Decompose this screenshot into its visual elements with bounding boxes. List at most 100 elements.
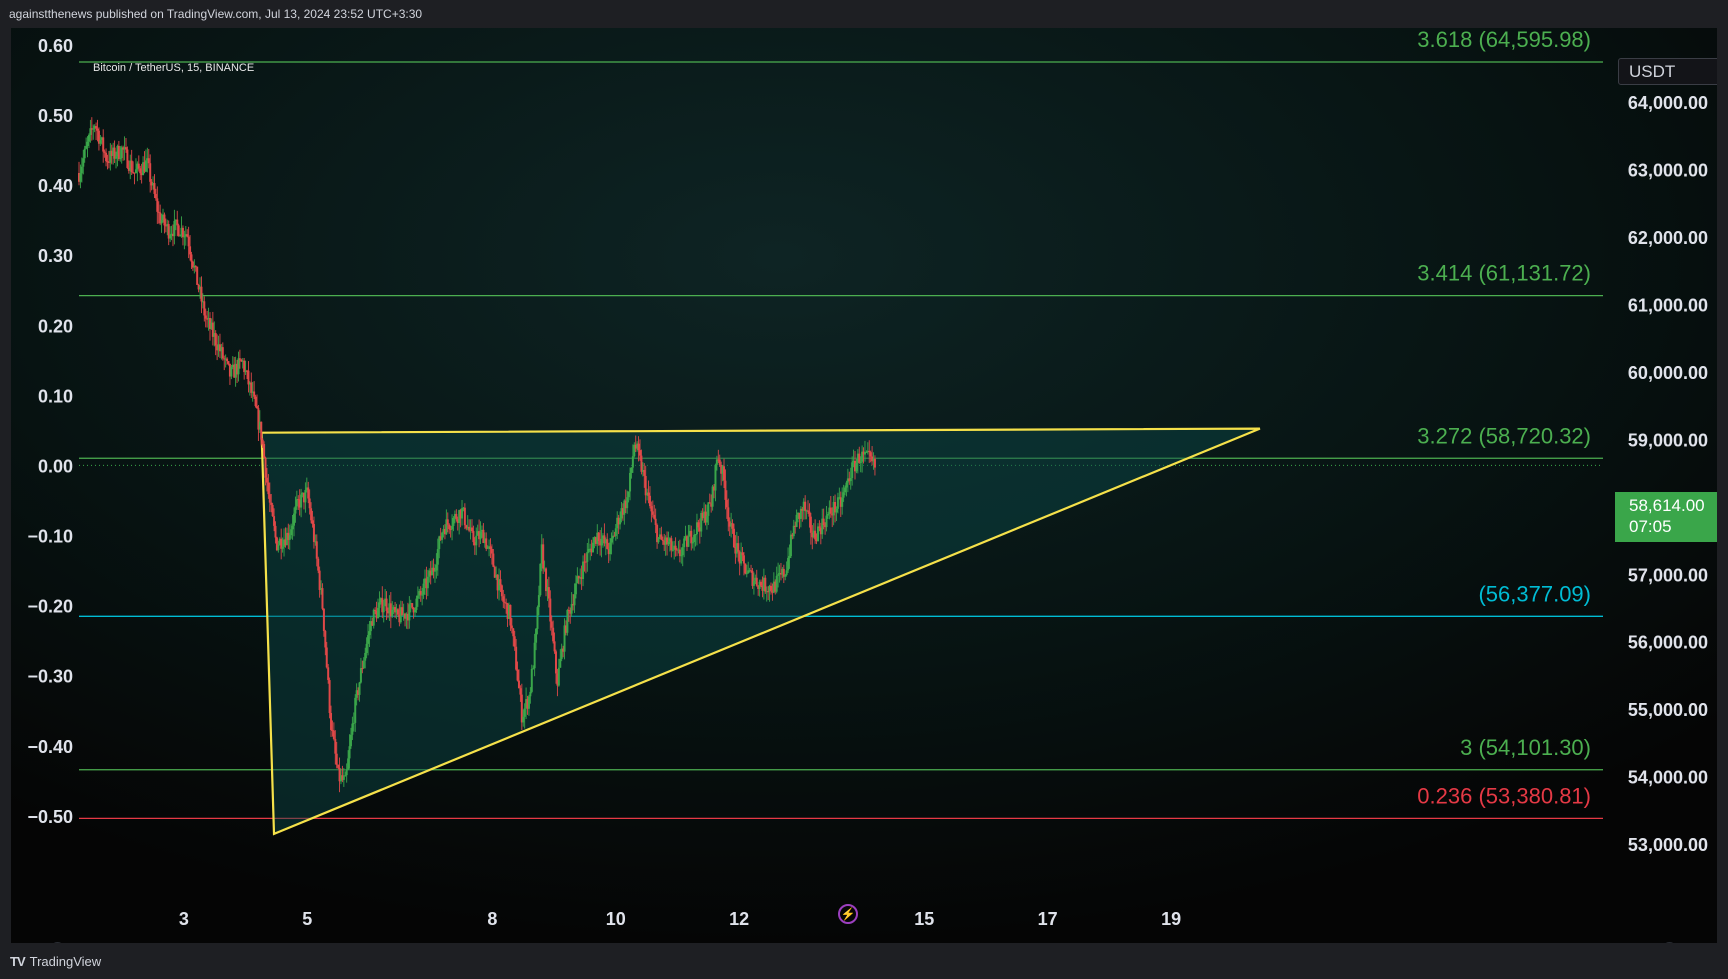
- candle-body: [149, 163, 152, 182]
- candle-body: [714, 464, 717, 491]
- right-axis-tick-2: 62,000.00: [1628, 228, 1708, 248]
- candle-body: [657, 537, 660, 543]
- candle-body: [204, 315, 207, 319]
- candle-body: [226, 358, 229, 362]
- candle-body: [527, 696, 530, 709]
- candle-body: [153, 183, 156, 194]
- candle-body: [643, 469, 646, 476]
- candle-body: [582, 561, 585, 580]
- x-axis-tick-2: 8: [487, 909, 497, 929]
- candle-body: [446, 519, 449, 525]
- left-axis-tick-8: −0.20: [27, 597, 73, 617]
- chart-panel[interactable]: 3.618 (64,595.98) 3.414 (61,131.72) 3.272 …: [11, 28, 1717, 943]
- candle-body: [638, 450, 641, 456]
- candle-body: [626, 497, 629, 509]
- candle-body: [829, 507, 832, 514]
- candle-body: [358, 682, 361, 695]
- candle-body: [691, 542, 694, 544]
- candle-body: [808, 511, 811, 517]
- candle-body: [179, 235, 182, 237]
- candle-body: [352, 722, 355, 724]
- candle-body: [570, 604, 573, 614]
- candle-body: [247, 370, 250, 385]
- candle-body: [859, 461, 862, 463]
- candle-body: [214, 333, 217, 346]
- right-axis-tick-4: 60,000.00: [1628, 363, 1708, 383]
- candle-body: [499, 579, 502, 586]
- candle-body: [362, 660, 365, 669]
- candle-body: [367, 635, 370, 644]
- candle-body: [784, 574, 787, 577]
- candle-body: [855, 462, 858, 472]
- x-axis-tick-3: 10: [606, 909, 626, 929]
- candle-body: [103, 151, 106, 153]
- candle-body: [785, 570, 788, 575]
- x-axis-tick-4: 12: [729, 909, 749, 929]
- candle-body: [509, 604, 512, 626]
- candle-body: [764, 577, 767, 592]
- candle-body: [741, 552, 744, 556]
- candle-body: [661, 539, 664, 541]
- candle-body: [243, 360, 246, 373]
- tradingview-logo[interactable]: TV TradingView: [10, 954, 101, 969]
- candle-body: [441, 532, 444, 540]
- candle-body: [775, 575, 778, 592]
- candle-body: [267, 482, 270, 495]
- candle-body: [489, 546, 492, 549]
- candle-body: [451, 526, 454, 530]
- left-axis-tick-2: 0.40: [38, 176, 73, 196]
- candle-body: [415, 598, 418, 610]
- x-axis-tick-7: 19: [1161, 909, 1181, 929]
- candle-body: [177, 225, 180, 236]
- candle-body: [683, 538, 686, 548]
- currency-selector[interactable]: USDT: [1618, 58, 1717, 85]
- candle-body: [557, 667, 560, 686]
- symbol-title[interactable]: Bitcoin / TetherUS, 15, BINANCE: [93, 62, 254, 74]
- x-axis-tick-5: 15: [914, 909, 934, 929]
- candle-body: [300, 494, 303, 508]
- candle-body: [517, 680, 520, 689]
- candle-body: [426, 576, 429, 589]
- candle-body: [490, 548, 493, 554]
- candle-body: [189, 246, 192, 255]
- candle-body: [288, 535, 291, 540]
- candle-body: [364, 653, 367, 661]
- candle-body: [265, 477, 268, 483]
- candle-body: [315, 541, 318, 559]
- candle-body: [227, 361, 230, 364]
- candle-body: [529, 691, 532, 697]
- candle-body: [255, 406, 258, 409]
- candle-body: [795, 514, 798, 527]
- candle-body: [186, 234, 189, 237]
- candle-body: [697, 522, 700, 528]
- candle-body: [845, 482, 848, 488]
- candle-body: [318, 570, 321, 590]
- candle-body: [727, 507, 730, 522]
- candle-body: [475, 535, 478, 546]
- candle-body: [327, 667, 330, 681]
- candle-body: [532, 668, 535, 670]
- candle-body: [181, 227, 184, 238]
- candle-body: [841, 497, 844, 507]
- candle-body: [554, 651, 557, 674]
- candle-body: [156, 198, 159, 212]
- candle-body: [550, 621, 553, 628]
- candle-body: [196, 266, 199, 285]
- candle-body: [295, 499, 298, 507]
- right-axis-tick-9: 55,000.00: [1628, 700, 1708, 720]
- candle-body: [349, 734, 352, 747]
- candle-body: [221, 347, 224, 359]
- candle-body: [586, 551, 589, 562]
- lightning-icon[interactable]: ⚡: [838, 904, 858, 924]
- candle-body: [549, 598, 552, 622]
- candle-body: [254, 396, 257, 407]
- candle-body: [294, 506, 297, 514]
- right-axis-tick-1: 63,000.00: [1628, 161, 1708, 181]
- candle-body: [304, 489, 307, 503]
- candle-body: [332, 730, 335, 740]
- right-axis-tick-10: 54,000.00: [1628, 768, 1708, 788]
- candle-body: [433, 570, 436, 572]
- candle-body: [825, 515, 828, 528]
- price-chart[interactable]: 3.618 (64,595.98) 3.414 (61,131.72) 3.272 …: [11, 28, 1717, 943]
- candle-body: [322, 608, 325, 632]
